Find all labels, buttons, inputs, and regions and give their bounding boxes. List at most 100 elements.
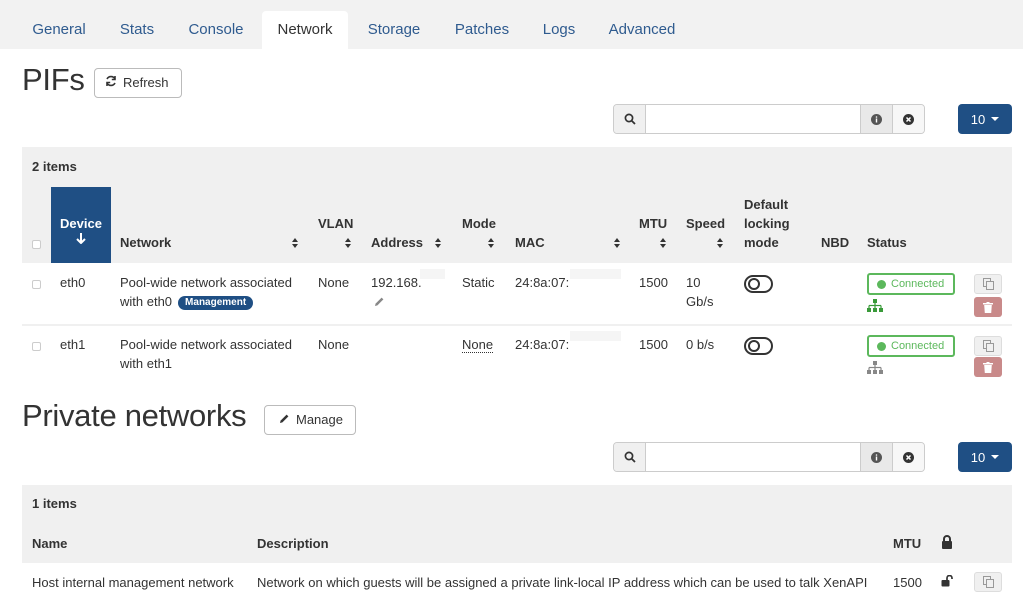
search-icon [614, 105, 646, 133]
sort-icon[interactable] [717, 238, 724, 248]
column-header-locking-line1: Default [744, 197, 789, 212]
status-label: Connected [891, 278, 945, 290]
chevron-down-icon [991, 455, 1000, 459]
column-header-description: Description [257, 536, 329, 551]
refresh-label: Refresh [123, 75, 169, 90]
status-badge[interactable]: Connected [867, 273, 955, 295]
tab-patches[interactable]: Patches [442, 11, 522, 49]
pifs-title: PIFs [22, 62, 85, 97]
pif-speed: 0 b/s [686, 337, 715, 352]
sort-icon[interactable] [660, 238, 667, 248]
edit-icon[interactable] [374, 295, 385, 310]
column-header-locking-line3: mode [744, 235, 779, 250]
pifs-table: 2 items Device Network VLAN Address Mode… [22, 147, 1012, 379]
pif-speed-line1: 10 [686, 275, 701, 290]
chevron-down-icon [991, 117, 1000, 121]
pif-mode-text: None [462, 337, 494, 353]
pifs-item-count: 2 items [32, 159, 77, 174]
refresh-icon [105, 69, 117, 97]
manage-label: Manage [296, 412, 343, 427]
copy-icon[interactable] [974, 572, 1002, 592]
pif-device: eth0 [60, 275, 86, 290]
pifs-page-size-select[interactable]: 10 [958, 104, 1012, 134]
pif-mode[interactable]: None [462, 335, 494, 354]
row-checkbox[interactable] [32, 280, 41, 289]
pif-address[interactable]: 192.168. [371, 273, 422, 292]
pif-vlan: None [318, 337, 350, 352]
pif-mac: 24:8a:07: [515, 337, 570, 352]
pifs-search-input[interactable] [646, 105, 860, 133]
status-dot [877, 280, 886, 289]
sort-icon[interactable] [292, 238, 299, 248]
info-icon[interactable] [860, 105, 892, 133]
tab-advanced[interactable]: Advanced [598, 11, 686, 49]
status-badge[interactable]: Connected [867, 335, 955, 357]
pif-speed-line2: Gb/s [686, 294, 714, 309]
info-icon[interactable] [860, 443, 892, 471]
pif-device: eth1 [60, 337, 86, 352]
network-tree-icon [867, 299, 883, 316]
tab-bar: General Stats Console Network Storage Pa… [0, 0, 1023, 49]
column-header-mac[interactable]: MAC [515, 233, 545, 252]
tab-network[interactable]: Network [262, 11, 348, 49]
table-row: Host internal management network Network… [22, 563, 1012, 611]
clear-icon[interactable] [892, 443, 924, 471]
column-header-mtu: MTU [893, 536, 922, 551]
sort-desc-icon [51, 232, 111, 247]
private-networks-item-count: 1 items [32, 496, 77, 511]
trash-icon[interactable] [974, 297, 1002, 317]
tab-storage[interactable]: Storage [358, 11, 430, 49]
column-header-locking-line2: locking [744, 216, 790, 231]
column-header-status: Status [867, 235, 907, 250]
private-networks-search-input[interactable] [646, 443, 860, 471]
private-networks-search [613, 442, 925, 472]
network-description[interactable]: Network on which guests will be assigned… [257, 573, 867, 592]
network-tree-icon [867, 361, 883, 378]
locking-mode-toggle[interactable] [744, 275, 773, 293]
column-header-address[interactable]: Address [371, 233, 423, 252]
table-row: eth0 Pool-wide network associated with e… [22, 263, 1012, 324]
redacted-mac [570, 331, 621, 341]
clear-icon[interactable] [892, 105, 924, 133]
sort-icon[interactable] [614, 238, 621, 248]
refresh-button[interactable]: Refresh [94, 68, 182, 98]
column-header-vlan[interactable]: VLAN [318, 214, 353, 233]
status-dot [877, 342, 886, 351]
column-header-network[interactable]: Network [120, 233, 171, 252]
search-icon [614, 443, 646, 471]
pif-mtu[interactable]: 1500 [639, 335, 668, 354]
pif-vlan: None [318, 275, 350, 290]
tab-logs[interactable]: Logs [532, 11, 586, 49]
unlock-icon[interactable] [941, 574, 953, 590]
sort-icon[interactable] [435, 238, 442, 248]
pif-mode[interactable]: Static [462, 273, 495, 292]
private-networks-page-size-select[interactable]: 10 [958, 442, 1012, 472]
table-row: eth1 Pool-wide network associated with e… [22, 326, 1012, 379]
column-header-mtu[interactable]: MTU [639, 214, 667, 233]
tab-stats[interactable]: Stats [106, 11, 168, 49]
redacted-address [420, 269, 445, 279]
locking-mode-toggle[interactable] [744, 337, 773, 355]
pif-mtu[interactable]: 1500 [639, 273, 668, 292]
network-mtu[interactable]: 1500 [893, 573, 922, 592]
column-header-device[interactable]: Device [51, 187, 111, 263]
lock-icon [941, 535, 953, 552]
copy-icon[interactable] [974, 274, 1002, 294]
sort-icon[interactable] [345, 238, 352, 248]
select-all-checkbox[interactable] [32, 240, 41, 249]
column-header-mode[interactable]: Mode [462, 214, 496, 233]
tab-console[interactable]: Console [176, 11, 256, 49]
private-networks-page-size-value: 10 [970, 449, 986, 465]
sort-icon[interactable] [488, 238, 495, 248]
manage-button[interactable]: Manage [264, 405, 356, 435]
trash-icon[interactable] [974, 357, 1002, 377]
network-name[interactable]: Host internal management network [32, 573, 234, 592]
copy-icon[interactable] [974, 336, 1002, 356]
column-header-speed[interactable]: Speed [686, 214, 725, 233]
column-header-nbd: NBD [821, 235, 850, 250]
pifs-search [613, 104, 925, 134]
pif-network-line2: with eth1 [120, 356, 173, 371]
pifs-page-size-value: 10 [970, 111, 986, 127]
row-checkbox[interactable] [32, 342, 41, 351]
tab-general[interactable]: General [22, 11, 96, 49]
